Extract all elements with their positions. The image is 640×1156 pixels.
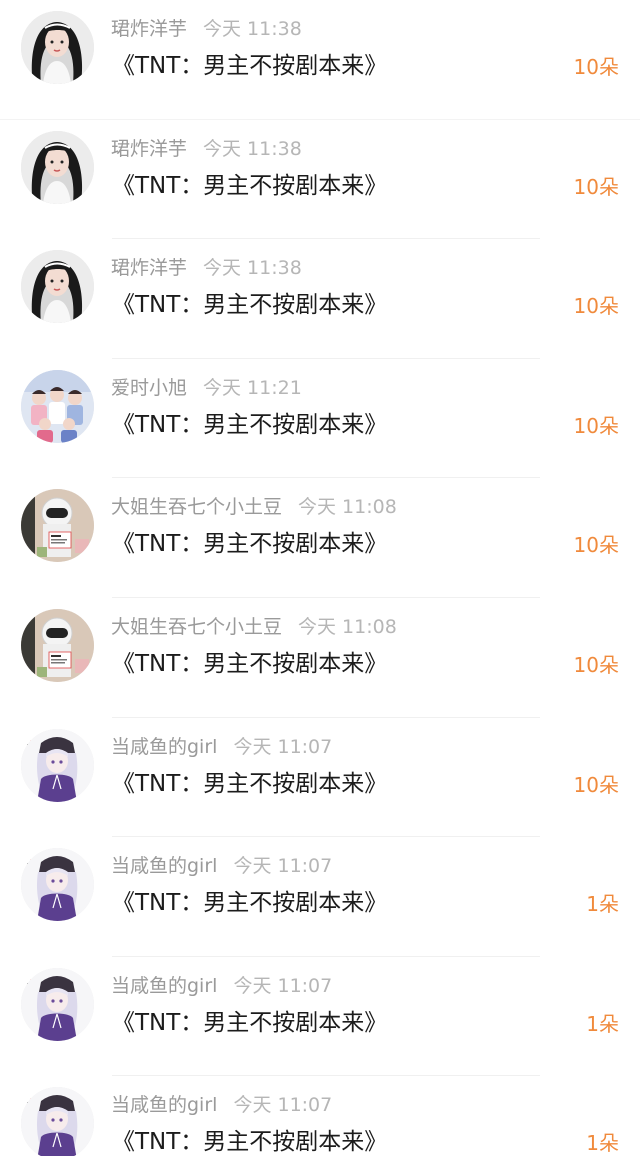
gift-count: 10朵 <box>573 652 619 677</box>
gift-record-row[interactable]: 大姐生吞七个小土豆 今天 11:08 《TNT：男主不按剧本来》 10朵 <box>0 598 640 718</box>
gift-book-title[interactable]: 《TNT：男主不按剧本来》 <box>112 886 387 920</box>
gift-book-title[interactable]: 《TNT：男主不按剧本来》 <box>112 288 387 322</box>
gift-record-row[interactable]: 当咸鱼的girl 今天 11:07 《TNT：男主不按剧本来》 1朵 <box>0 957 640 1077</box>
timestamp: 今天 11:07 <box>233 1094 333 1117</box>
gift-count: 1朵 <box>586 1011 619 1036</box>
row-meta: 当咸鱼的girl 今天 11:07 <box>111 1090 332 1120</box>
gift-book-title[interactable]: 《TNT：男主不按剧本来》 <box>112 527 387 561</box>
gift-book-title[interactable]: 《TNT：男主不按剧本来》 <box>112 408 387 442</box>
gift-count: 1朵 <box>586 1131 619 1156</box>
username[interactable]: 大姐生吞七个小土豆 <box>111 616 282 638</box>
avatar-group-icon[interactable] <box>21 369 94 443</box>
username[interactable]: 当咸鱼的girl <box>111 736 217 758</box>
avatar-astronaut-icon[interactable] <box>21 608 94 682</box>
row-meta: 珺炸洋芋 今天 11:38 <box>111 253 302 283</box>
username[interactable]: 大姐生吞七个小土豆 <box>111 496 282 518</box>
timestamp: 今天 11:07 <box>233 735 333 758</box>
gift-record-row[interactable]: 珺炸洋芋 今天 11:38 《TNT：男主不按剧本来》 10朵 <box>0 0 640 120</box>
row-meta: 珺炸洋芋 今天 11:38 <box>111 134 302 164</box>
timestamp: 今天 11:08 <box>298 615 397 638</box>
timestamp: 今天 11:21 <box>203 376 302 399</box>
row-meta: 大姐生吞七个小土豆 今天 11:08 <box>111 612 397 642</box>
row-meta: 珺炸洋芋 今天 11:38 <box>111 14 302 44</box>
row-meta: 当咸鱼的girl 今天 11:07 <box>111 851 332 881</box>
username[interactable]: 当咸鱼的girl <box>111 1094 217 1116</box>
avatar-girl-icon[interactable] <box>21 11 94 84</box>
avatar-anime-icon[interactable] <box>21 848 94 922</box>
timestamp: 今天 11:38 <box>203 18 302 40</box>
username[interactable]: 珺炸洋芋 <box>111 18 187 40</box>
gift-book-title[interactable]: 《TNT：男主不按剧本来》 <box>112 169 387 203</box>
username[interactable]: 当咸鱼的girl <box>111 855 217 877</box>
gift-count: 10朵 <box>573 294 619 319</box>
gift-record-row[interactable]: 当咸鱼的girl 今天 11:07 《TNT：男主不按剧本来》 10朵 <box>0 718 640 838</box>
gift-count: 10朵 <box>573 533 619 558</box>
gift-count: 10朵 <box>573 174 619 199</box>
gift-book-title[interactable]: 《TNT：男主不按剧本来》 <box>112 647 387 681</box>
timestamp: 今天 11:08 <box>298 496 397 519</box>
timestamp: 今天 11:38 <box>203 257 302 280</box>
gift-record-row[interactable]: 爱时小旭 今天 11:21 《TNT：男主不按剧本来》 10朵 <box>0 359 640 479</box>
timestamp: 今天 11:07 <box>233 855 333 878</box>
avatar-anime-icon[interactable] <box>21 967 94 1041</box>
avatar-anime-icon[interactable] <box>21 1087 94 1156</box>
gift-record-list: 珺炸洋芋 今天 11:38 《TNT：男主不按剧本来》 10朵 珺炸洋芋 今天 11:38… <box>0 0 640 1156</box>
row-meta: 当咸鱼的girl 今天 11:07 <box>111 732 332 762</box>
gift-book-title[interactable]: 《TNT：男主不按剧本来》 <box>112 49 387 83</box>
row-meta: 大姐生吞七个小土豆 今天 11:08 <box>111 492 397 522</box>
row-meta: 当咸鱼的girl 今天 11:07 <box>111 971 332 1001</box>
username[interactable]: 珺炸洋芋 <box>111 257 187 279</box>
gift-book-title[interactable]: 《TNT：男主不按剧本来》 <box>112 1006 387 1040</box>
row-meta: 爱时小旭 今天 11:21 <box>111 373 302 403</box>
username[interactable]: 爱时小旭 <box>111 377 187 399</box>
gift-record-row[interactable]: 当咸鱼的girl 今天 11:07 《TNT：男主不按剧本来》 1朵 <box>0 837 640 957</box>
gift-book-title[interactable]: 《TNT：男主不按剧本来》 <box>112 1125 387 1156</box>
gift-book-title[interactable]: 《TNT：男主不按剧本来》 <box>112 767 387 801</box>
avatar-girl-icon[interactable] <box>21 130 94 204</box>
timestamp: 今天 11:38 <box>203 137 302 160</box>
timestamp: 今天 11:07 <box>233 974 333 997</box>
gift-count: 1朵 <box>586 892 619 917</box>
avatar-anime-icon[interactable] <box>21 728 94 802</box>
gift-record-row[interactable]: 大姐生吞七个小土豆 今天 11:08 《TNT：男主不按剧本来》 10朵 <box>0 478 640 598</box>
gift-record-row[interactable]: 珺炸洋芋 今天 11:38 《TNT：男主不按剧本来》 10朵 <box>0 239 640 359</box>
username[interactable]: 珺炸洋芋 <box>111 138 187 160</box>
gift-count: 10朵 <box>573 55 619 79</box>
gift-record-row[interactable]: 珺炸洋芋 今天 11:38 《TNT：男主不按剧本来》 10朵 <box>0 120 640 240</box>
gift-count: 10朵 <box>573 772 619 797</box>
avatar-girl-icon[interactable] <box>21 250 94 324</box>
gift-count: 10朵 <box>573 413 619 438</box>
username[interactable]: 当咸鱼的girl <box>111 975 217 997</box>
gift-record-row[interactable]: 当咸鱼的girl 今天 11:07 《TNT：男主不按剧本来》 1朵 <box>0 1076 640 1156</box>
avatar-astronaut-icon[interactable] <box>21 489 94 563</box>
